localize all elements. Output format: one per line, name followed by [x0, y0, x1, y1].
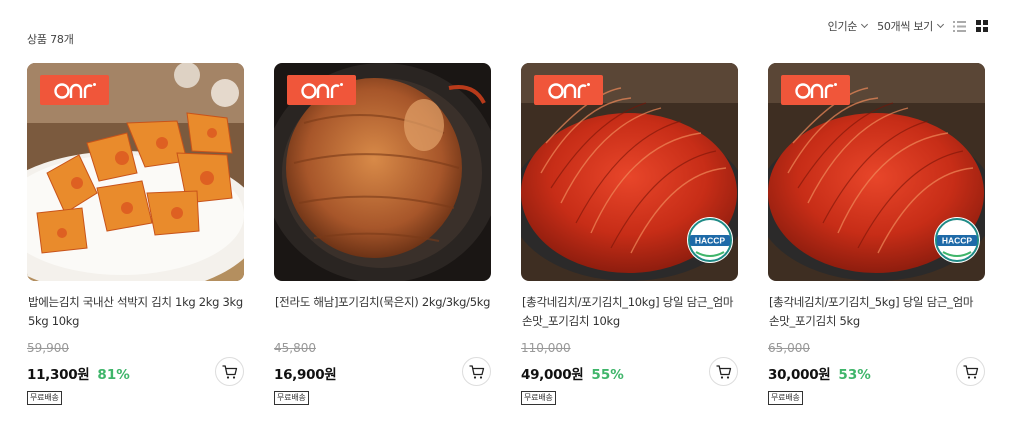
haccp-certification-mark: HACCP: [686, 216, 734, 264]
add-to-cart-button[interactable]: [956, 357, 985, 386]
product-name[interactable]: 밥에는김치 국내산 석박지 김치 1kg 2kg 3kg 5kg 10kg: [27, 293, 244, 333]
list-view-icon[interactable]: [952, 19, 966, 33]
product-grid: 밥에는김치 국내산 석박지 김치 1kg 2kg 3kg 5kg 10kg 59…: [27, 63, 985, 405]
product-name[interactable]: [총각네김치/포기김치_10kg] 당일 담근_엄마 손맛_포기김치 10kg: [521, 293, 738, 333]
haccp-text: HACCP: [695, 236, 726, 246]
chevron-down-icon: [936, 20, 945, 29]
free-shipping-badge: 무료배송: [521, 391, 556, 405]
product-image[interactable]: [27, 63, 244, 281]
original-price: 110,000: [521, 341, 571, 355]
product-count: 상품 78개: [27, 33, 74, 46]
chevron-down-icon: [861, 20, 869, 29]
sale-price: 11,300원: [27, 367, 90, 383]
sale-price: 49,000원: [521, 367, 584, 383]
per-page-label: 50개씩 보기: [877, 20, 933, 33]
brand-logo-badge: [40, 75, 109, 105]
cart-icon: [222, 364, 238, 380]
brand-logo-badge: [534, 75, 603, 105]
sale-price-row: 16,900원: [274, 363, 491, 383]
sort-dropdown[interactable]: 인기순: [827, 18, 869, 34]
product-card[interactable]: 밥에는김치 국내산 석박지 김치 1kg 2kg 3kg 5kg 10kg 59…: [27, 63, 244, 405]
haccp-certification-mark: HACCP: [933, 216, 981, 264]
product-name[interactable]: [총각네김치/포기김치_5kg] 당일 담근_엄마 손맛_포기김치 5kg: [768, 293, 985, 333]
haccp-text: HACCP: [942, 236, 973, 246]
product-card[interactable]: [전라도 해남]포기김치(묵은지) 2kg/3kg/5kg 45,800 16,…: [274, 63, 491, 405]
sort-label: 인기순: [827, 20, 858, 33]
brand-logo-badge: [287, 75, 356, 105]
original-price: 65,000: [768, 341, 810, 355]
per-page-dropdown[interactable]: 50개씩 보기: [877, 18, 945, 34]
add-to-cart-button[interactable]: [709, 357, 738, 386]
discount-rate: 53%: [838, 367, 871, 383]
sale-price: 30,000원: [768, 367, 831, 383]
free-shipping-badge: 무료배송: [768, 391, 803, 405]
product-image[interactable]: [274, 63, 491, 281]
add-to-cart-button[interactable]: [215, 357, 244, 386]
grid-view-icon[interactable]: [975, 19, 989, 33]
brand-logo-badge: [781, 75, 850, 105]
cart-icon: [469, 364, 485, 380]
discount-rate: 81%: [97, 367, 130, 383]
product-card[interactable]: HACCP [총각네김치/포기김치_10kg] 당일 담근_엄마 손맛_포기김치…: [521, 63, 738, 405]
sale-price-row: 49,000원 55%: [521, 363, 738, 383]
add-to-cart-button[interactable]: [462, 357, 491, 386]
cart-icon: [963, 364, 979, 380]
original-price: 59,900: [27, 341, 69, 355]
discount-rate: 55%: [591, 367, 624, 383]
product-card[interactable]: HACCP [총각네김치/포기김치_5kg] 당일 담근_엄마 손맛_포기김치 …: [768, 63, 985, 405]
sale-price-row: 11,300원 81%: [27, 363, 244, 383]
cart-icon: [716, 364, 732, 380]
sale-price-row: 30,000원 53%: [768, 363, 985, 383]
free-shipping-badge: 무료배송: [27, 391, 62, 405]
list-toolbar: 인기순 50개씩 보기: [828, 18, 989, 34]
sale-price: 16,900원: [274, 367, 337, 383]
free-shipping-badge: 무료배송: [274, 391, 309, 405]
product-name[interactable]: [전라도 해남]포기김치(묵은지) 2kg/3kg/5kg: [274, 293, 491, 333]
product-image[interactable]: HACCP: [768, 63, 985, 281]
original-price: 45,800: [274, 341, 316, 355]
product-image[interactable]: HACCP: [521, 63, 738, 281]
